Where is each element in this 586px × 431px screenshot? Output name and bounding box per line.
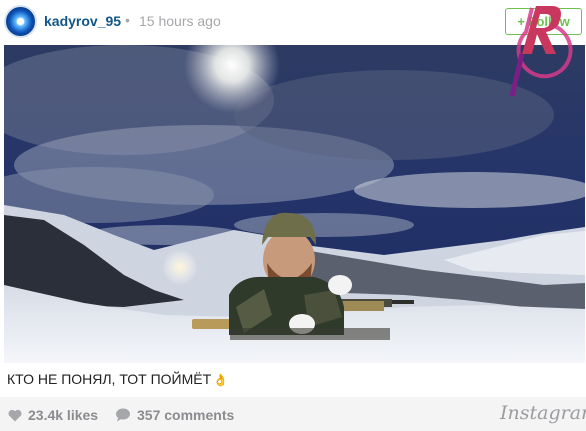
post-timestamp[interactable]: 15 hours ago: [139, 13, 221, 29]
post-footer: 23.4k likes 357 comments Instagram: [0, 397, 586, 431]
caption-text: КТО НЕ ПОНЯЛ, ТОТ ПОЙМЁТ 👌: [7, 371, 228, 387]
instagram-logo[interactable]: Instagram: [500, 402, 586, 424]
channel-watermark-logo: [509, 6, 573, 97]
heart-icon: [8, 409, 22, 421]
comments-count[interactable]: 357 comments: [115, 407, 234, 423]
comments-label: 357 comments: [137, 407, 235, 423]
caption-body: КТО НЕ ПОНЯЛ, ТОТ ПОЙМЁТ: [7, 371, 212, 387]
ok-hand-icon: 👌: [213, 373, 229, 387]
speech-bubble-icon: [116, 408, 130, 422]
likes-label: 23.4k likes: [28, 407, 99, 423]
post-caption: КТО НЕ ПОНЯЛ, ТОТ ПОЙМЁТ 👌: [0, 363, 586, 397]
avatar[interactable]: [4, 5, 37, 38]
separator-dot: •: [125, 12, 130, 28]
likes-count[interactable]: 23.4k likes: [8, 407, 98, 423]
username-link[interactable]: kadyrov_95: [44, 13, 121, 29]
